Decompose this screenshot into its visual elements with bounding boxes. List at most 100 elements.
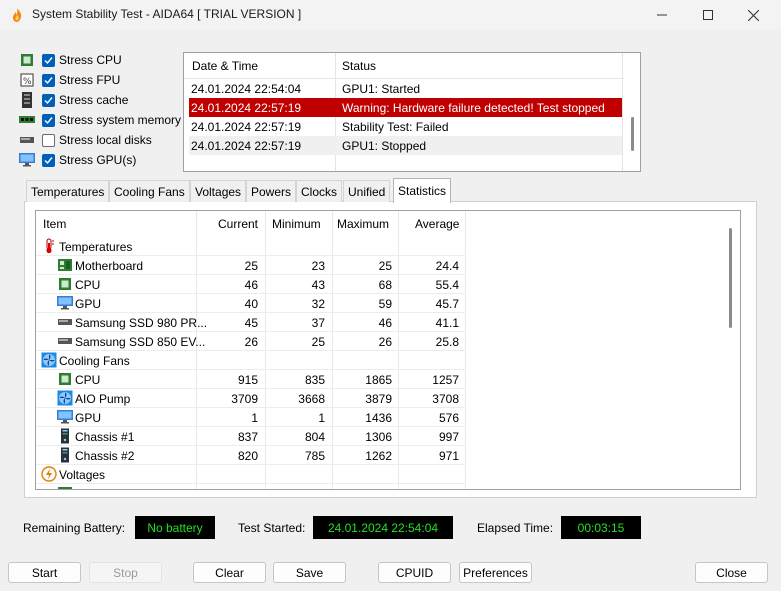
table-row[interactable]: Chassis #1 837 804 1306 997 xyxy=(36,427,466,446)
tab-voltages[interactable]: Voltages xyxy=(190,180,247,202)
preferences-button[interactable]: Preferences xyxy=(459,562,532,583)
row-name: GPU xyxy=(75,297,102,311)
close-icon xyxy=(747,9,759,21)
table-row[interactable]: Motherboard 25 23 25 24.4 xyxy=(36,256,466,275)
stress-cache-label: Stress cache xyxy=(59,93,129,107)
table-row[interactable]: Samsung SSD 980 PR... 45 37 46 41.1 xyxy=(36,313,466,332)
tab-unified[interactable]: Unified xyxy=(343,180,391,202)
cpuid-button[interactable]: CPUID xyxy=(378,562,451,583)
table-row[interactable]: Samsung SSD 850 EV... 26 25 26 25.8 xyxy=(36,332,466,351)
value-minimum: 43 xyxy=(311,278,325,292)
value-current: 1 xyxy=(251,411,258,425)
disk-icon xyxy=(58,319,72,325)
stress-gpu-checkbox[interactable] xyxy=(42,153,55,167)
tab-statistics[interactable]: Statistics xyxy=(393,178,452,203)
log-status: GPU1: Started xyxy=(342,82,421,96)
stress-gpu-option[interactable]: Stress GPU(s) xyxy=(18,151,136,169)
clear-button[interactable]: Clear xyxy=(193,562,266,583)
thermometer-icon xyxy=(46,238,54,254)
stress-memory-checkbox[interactable] xyxy=(42,113,55,127)
tab-cooling-fans[interactable]: Cooling Fans xyxy=(109,180,190,202)
group-row-cooling-fans[interactable]: Cooling Fans xyxy=(36,351,466,370)
value-current: 26 xyxy=(244,335,258,349)
value-average: 41.1 xyxy=(435,316,459,330)
close-button[interactable]: Close xyxy=(695,562,768,583)
maximize-button[interactable] xyxy=(685,0,731,30)
fan-icon xyxy=(57,390,73,406)
stress-cpu-checkbox[interactable] xyxy=(42,53,55,67)
value-minimum: 37 xyxy=(311,316,325,330)
value-current: 3709 xyxy=(231,392,258,406)
stress-cache-option[interactable]: Stress cache xyxy=(18,91,128,109)
tab-temperatures[interactable]: Temperatures xyxy=(26,180,110,202)
table-row[interactable]: GPU 1 1 1436 576 xyxy=(36,408,466,427)
value-minimum: 1 xyxy=(318,411,325,425)
col-minimum[interactable]: Minimum xyxy=(272,217,321,231)
fan-icon xyxy=(41,352,57,368)
group-label: Voltages xyxy=(59,468,106,482)
log-row-error[interactable]: 24.01.2024 22:57:19 Warning: Hardware fa… xyxy=(189,98,622,117)
statistics-grid[interactable]: Item Current Minimum Maximum Average Tem… xyxy=(35,210,741,490)
gpu-monitor-icon xyxy=(57,410,73,424)
elapsed-time-value: 00:03:15 xyxy=(561,516,641,539)
cpu-chip-icon xyxy=(59,278,71,290)
group-row-voltages[interactable]: Voltages xyxy=(36,465,466,484)
log-datetime: 24.01.2024 22:54:04 xyxy=(191,82,302,96)
value-minimum: 25 xyxy=(311,335,325,349)
table-row[interactable]: AIO Pump 3709 3668 3879 3708 xyxy=(36,389,466,408)
value-average: 55.4 xyxy=(435,278,459,292)
log-row[interactable]: 24.01.2024 22:57:19 GPU1: Stopped xyxy=(189,136,622,155)
stress-memory-option[interactable]: Stress system memory xyxy=(18,111,181,129)
col-average[interactable]: Average xyxy=(415,217,459,231)
log-scrollbar-thumb[interactable] xyxy=(631,117,634,151)
row-name: AIO Pump xyxy=(75,392,131,406)
table-row[interactable]: CPU 915 835 1865 1257 xyxy=(36,370,466,389)
group-row-temperatures[interactable]: Temperatures xyxy=(36,237,466,256)
tab-powers[interactable]: Powers xyxy=(246,180,297,202)
stress-disks-option[interactable]: Stress local disks xyxy=(18,131,152,149)
value-minimum: 23 xyxy=(311,259,325,273)
log-datetime: 24.01.2024 22:57:19 xyxy=(191,139,302,153)
table-row[interactable]: Chassis #2 820 785 1262 971 xyxy=(36,446,466,465)
group-label: Temperatures xyxy=(59,240,133,254)
col-item[interactable]: Item xyxy=(43,217,66,231)
value-minimum: 804 xyxy=(304,430,325,444)
event-log[interactable]: Date & Time Status 24.01.2024 22:54:04 G… xyxy=(183,52,641,172)
row-name: Samsung SSD 850 EV... xyxy=(75,335,206,349)
stress-cache-checkbox[interactable] xyxy=(42,93,55,107)
value-minimum: 785 xyxy=(304,449,325,463)
value-maximum: 1865 xyxy=(365,373,392,387)
chassis-icon xyxy=(61,428,69,444)
table-row[interactable]: GPU 40 32 59 45.7 xyxy=(36,294,466,313)
stress-disks-checkbox[interactable] xyxy=(42,133,55,147)
statistics-scrollbar-thumb[interactable] xyxy=(729,228,732,328)
row-name: Samsung SSD 980 PR... xyxy=(75,316,208,330)
table-row[interactable]: CPU 46 43 68 55.4 xyxy=(36,275,466,294)
log-row[interactable]: 24.01.2024 22:54:04 GPU1: Started xyxy=(189,79,622,98)
col-current[interactable]: Current xyxy=(218,217,258,231)
close-window-button[interactable] xyxy=(730,0,776,30)
minimize-button[interactable] xyxy=(639,0,685,30)
col-maximum[interactable]: Maximum xyxy=(337,217,389,231)
stress-cpu-option[interactable]: Stress CPU xyxy=(18,51,122,69)
disk-icon xyxy=(18,132,36,148)
tab-clocks[interactable]: Clocks xyxy=(296,180,343,202)
memory-icon xyxy=(18,112,36,128)
log-scrollbar[interactable] xyxy=(628,53,636,171)
log-column-divider xyxy=(622,53,623,171)
stress-fpu-checkbox[interactable] xyxy=(42,73,55,87)
log-col-status[interactable]: Status xyxy=(342,59,376,73)
cpu-chip-icon xyxy=(59,373,71,385)
save-button[interactable]: Save xyxy=(273,562,346,583)
stress-fpu-label: Stress FPU xyxy=(59,73,121,87)
log-col-datetime[interactable]: Date & Time xyxy=(192,59,258,73)
value-maximum: 26 xyxy=(378,335,392,349)
start-button[interactable]: Start xyxy=(8,562,81,583)
stop-button[interactable]: Stop xyxy=(89,562,162,583)
stress-fpu-option[interactable]: % Stress FPU xyxy=(18,71,120,89)
log-row[interactable]: 24.01.2024 22:57:19 Stability Test: Fail… xyxy=(189,117,622,136)
table-row[interactable] xyxy=(36,484,466,489)
maximize-icon xyxy=(703,10,713,20)
test-started-label: Test Started: xyxy=(238,521,306,535)
row-name: Chassis #1 xyxy=(75,430,135,444)
